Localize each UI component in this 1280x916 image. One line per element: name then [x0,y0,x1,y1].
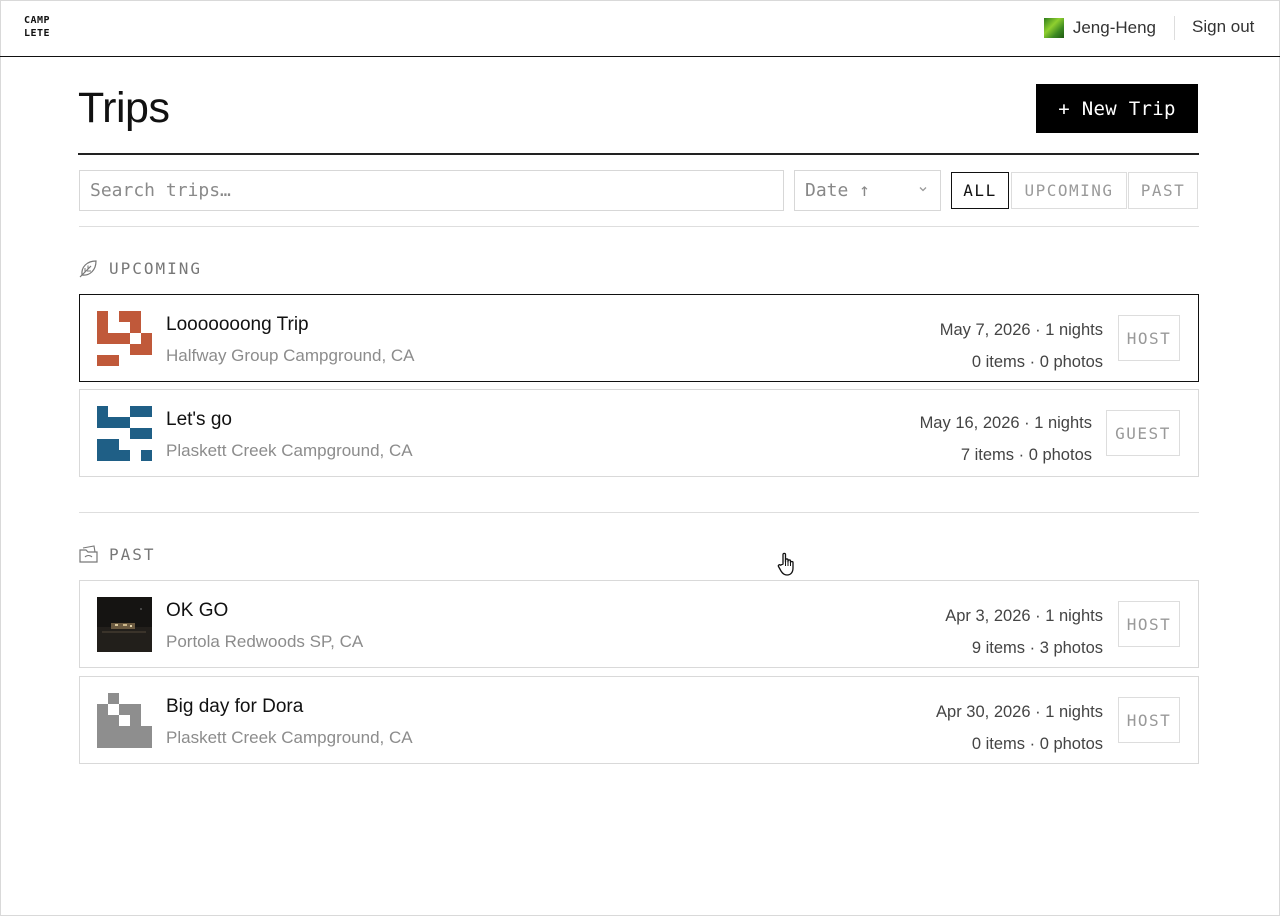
filter-all[interactable]: ALL [951,172,1009,209]
logo-line-1: CAMP [24,15,51,26]
sort-value: Date ↑ [805,180,871,201]
trip-date: Apr 30, 2026 · 1 nights [936,703,1103,721]
role-badge: HOST [1118,315,1180,361]
folder-icon [79,545,98,563]
search-input[interactable] [79,170,784,211]
new-trip-button[interactable]: + New Trip [1036,84,1198,133]
leaf-icon [79,260,97,278]
toolbar-divider [79,226,1199,227]
trip-thumbnail [97,406,152,461]
trip-date: May 7, 2026 · 1 nights [939,321,1103,339]
role-badge: HOST [1118,601,1180,647]
section-heading-past: PAST [78,544,156,565]
app-logo[interactable]: CAMP LETE [24,14,60,40]
sign-out-link[interactable]: Sign out [1192,17,1254,37]
filter-upcoming[interactable]: UPCOMING [1011,172,1127,209]
role-badge: GUEST [1106,410,1180,456]
role-badge: HOST [1118,697,1180,743]
trip-card[interactable]: Looooooong Trip Halfway Group Campground… [79,294,1199,382]
trip-counts: 9 items · 3 photos [971,639,1103,657]
trip-meta: May 7, 2026 · 1 nights 0 items · 0 photo… [940,314,1103,378]
trip-card[interactable]: Let's go Plaskett Creek Campground, CA M… [79,389,1199,477]
trip-meta: Apr 3, 2026 · 1 nights 9 items · 3 photo… [945,600,1103,664]
trip-name: Looooooong Trip [166,314,309,335]
trip-counts: 0 items · 0 photos [971,353,1103,371]
trip-date: Apr 3, 2026 · 1 nights [945,607,1103,625]
section-divider [79,512,1199,513]
trip-card[interactable]: Big day for Dora Plaskett Creek Campgrou… [79,676,1199,764]
trip-counts: 0 items · 0 photos [971,735,1103,753]
logo-line-2: LETE [24,28,51,39]
trip-date: May 16, 2026 · 1 nights [919,414,1092,432]
section-title: PAST [109,545,156,564]
trip-location: Plaskett Creek Campground, CA [166,728,413,747]
header-divider [1174,16,1175,40]
trip-location: Halfway Group Campground, CA [166,346,415,365]
avatar [1043,18,1064,38]
section-title: UPCOMING [109,259,203,278]
trip-counts: 7 items · 0 photos [960,446,1092,464]
trip-card[interactable]: OK GO Portola Redwoods SP, CA Apr 3, 202… [79,580,1199,668]
trip-thumbnail [97,693,152,748]
trip-name: Let's go [166,409,232,430]
trip-location: Plaskett Creek Campground, CA [166,441,413,460]
chevron-down-icon [919,187,927,192]
top-bar: CAMP LETE Jeng-Heng Sign out [0,0,1280,57]
section-heading-upcoming: UPCOMING [78,258,202,279]
user-menu[interactable]: Jeng-Heng [1043,17,1156,39]
title-divider [78,153,1199,155]
trip-thumbnail [97,311,152,366]
trip-location: Portola Redwoods SP, CA [166,632,364,651]
trip-name: OK GO [166,600,229,621]
hand-pointer-icon [777,552,794,576]
page-title: Trips [78,84,170,132]
trip-meta: Apr 30, 2026 · 1 nights 0 items · 0 phot… [936,696,1103,760]
trip-meta: May 16, 2026 · 1 nights 7 items · 0 phot… [920,407,1092,471]
trip-name: Big day for Dora [166,696,304,717]
user-name: Jeng-Heng [1072,18,1156,37]
filter-past[interactable]: PAST [1128,172,1198,209]
sort-select[interactable]: Date ↑ [794,170,941,211]
trip-photo [97,597,152,652]
